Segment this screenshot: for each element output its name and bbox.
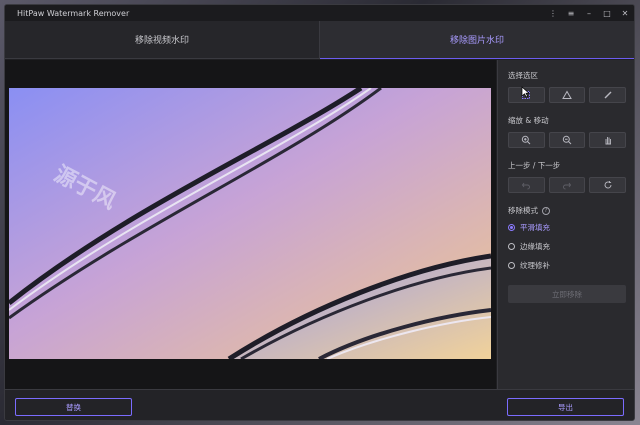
radio-unselected-icon xyxy=(508,243,515,250)
pan-hand-button[interactable] xyxy=(589,132,627,148)
title-bar: HitPaw Watermark Remover ⋮ ≡ – □ ✕ xyxy=(5,5,634,21)
mode-option-texture-repair[interactable]: 纹理修补 xyxy=(508,260,626,271)
undo-button[interactable] xyxy=(508,177,545,193)
tab-remove-video-watermark[interactable]: 移除视频水印 xyxy=(5,21,319,58)
window-title: HitPaw Watermark Remover xyxy=(17,8,130,18)
help-icon[interactable]: ? xyxy=(542,206,550,215)
maximize-icon[interactable]: □ xyxy=(598,5,616,21)
brush-icon xyxy=(604,91,612,99)
zoom-move-label: 缩放 & 移动 xyxy=(508,116,549,125)
close-icon[interactable]: ✕ xyxy=(616,5,634,21)
zoom-out-button[interactable] xyxy=(548,132,586,148)
undo-icon xyxy=(522,182,531,190)
select-area-label: 选择选区 xyxy=(508,71,538,80)
redo-button[interactable] xyxy=(548,177,586,193)
wallpaper-image xyxy=(9,88,491,359)
mode-option-edge-fill[interactable]: 边缘填充 xyxy=(508,241,626,252)
tab-remove-image-watermark[interactable]: 移除图片水印 xyxy=(319,21,634,59)
canvas-area: 源于风 xyxy=(5,60,496,389)
radio-selected-icon xyxy=(508,224,515,231)
zoom-in-button[interactable] xyxy=(508,132,545,148)
history-tools xyxy=(508,177,627,193)
footer-bar: 替换 导出 xyxy=(5,389,634,420)
zoom-out-icon xyxy=(562,135,572,145)
remove-mode-label: 移除模式 xyxy=(508,206,538,215)
polygon-select-icon xyxy=(562,90,572,99)
more-menu-icon[interactable]: ⋮ xyxy=(544,5,562,21)
polygon-select-button[interactable] xyxy=(548,87,586,103)
zoom-tools xyxy=(508,132,627,148)
mode-option-label: 纹理修补 xyxy=(520,261,550,270)
mode-option-label: 边缘填充 xyxy=(520,242,550,251)
hand-icon xyxy=(605,137,611,145)
mouse-pointer-icon xyxy=(521,86,530,98)
radio-unselected-icon xyxy=(508,262,515,269)
app-window: HitPaw Watermark Remover ⋮ ≡ – □ ✕ 移除视频水… xyxy=(4,4,635,421)
redo-icon xyxy=(563,182,572,190)
replace-button[interactable]: 替换 xyxy=(15,398,132,416)
brush-select-button[interactable] xyxy=(589,87,627,103)
remove-now-button[interactable]: 立即移除 xyxy=(508,285,626,303)
remove-mode-header: 移除模式 ? xyxy=(508,205,626,216)
undo-redo-label: 上一步 / 下一步 xyxy=(508,161,561,170)
refresh-icon xyxy=(604,181,612,189)
tool-panel: 选择选区 缩放 & 移动 上一步 / 下一步 移除模式 ? 平滑填充 边缘填充 … xyxy=(497,60,634,389)
zoom-in-icon xyxy=(522,135,531,145)
mode-tabs: 移除视频水印 移除图片水印 xyxy=(5,21,634,59)
mode-option-label: 平滑填充 xyxy=(520,223,550,232)
minimize-icon[interactable]: – xyxy=(580,5,598,21)
export-button[interactable]: 导出 xyxy=(507,398,624,416)
image-preview[interactable]: 源于风 xyxy=(9,88,491,359)
mode-option-smooth-fill[interactable]: 平滑填充 xyxy=(508,222,626,233)
hamburger-menu-icon[interactable]: ≡ xyxy=(562,5,580,21)
reset-button[interactable] xyxy=(589,177,627,193)
